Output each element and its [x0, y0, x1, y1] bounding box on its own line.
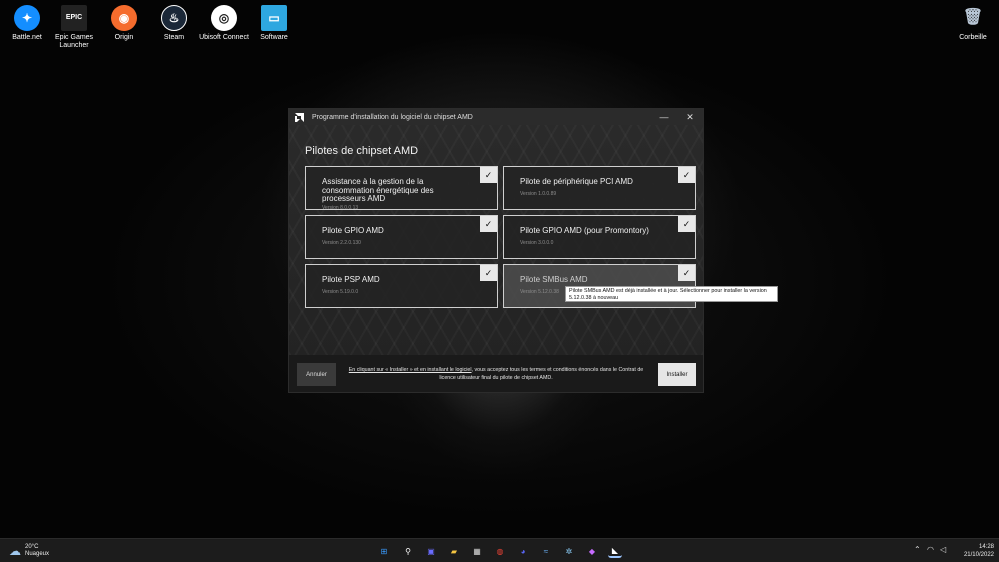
- desktop-icon-label: Epic Games Launcher: [54, 34, 94, 49]
- desktop-icon-label: Corbeille: [959, 34, 987, 41]
- desktop-icon-label: Steam: [163, 34, 185, 41]
- driver-version: Version 5.19.0.0: [322, 289, 359, 295]
- taskbar: ☁ 20°C Nuageux ⊞ ⚲ ▣ ▰ ▦ ◍ ◕ ≈ ✲ ◆ ◣ ⌃ ◠…: [0, 538, 999, 562]
- driver-version: Version 8.0.0.13: [322, 205, 359, 211]
- origin-icon: ◉: [111, 5, 137, 31]
- ubisoft-icon: ◎: [211, 5, 237, 31]
- desktop-icon-label: Software: [260, 34, 288, 41]
- checkmark-icon[interactable]: ✓: [678, 216, 695, 232]
- driver-name: Pilote GPIO AMD (pour Promontory): [520, 226, 649, 235]
- network-icon[interactable]: ≈: [539, 544, 553, 558]
- desktop-icon-software[interactable]: ▭ Software: [247, 5, 301, 42]
- driver-name: Pilote GPIO AMD: [322, 226, 384, 235]
- desktop-icon-battlenet[interactable]: ✦ Battle.net: [0, 5, 54, 42]
- amd-installer-window: Programme d'installation du logiciel du …: [288, 108, 704, 393]
- driver-name: Pilote de périphérique PCI AMD: [520, 177, 633, 186]
- driver-name: Assistance à la gestion de la consommati…: [322, 177, 434, 203]
- store-icon[interactable]: ▦: [470, 544, 484, 558]
- battlenet-icon: ✦: [14, 5, 40, 31]
- smbus-tooltip: Pilote SMBus AMD est déjà installée et à…: [565, 286, 778, 302]
- rgb-icon[interactable]: ◆: [585, 544, 599, 558]
- chevron-up-icon[interactable]: ⌃: [914, 545, 921, 554]
- driver-list-panel: Pilotes de chipset AMD Assistance à la g…: [289, 125, 703, 355]
- driver-version: Version 3.0.0.0: [520, 240, 554, 246]
- driver-name: Pilote SMBus AMD: [520, 275, 588, 284]
- driver-version: Version 1.0.0.89: [520, 191, 557, 197]
- close-button[interactable]: ✕: [677, 112, 703, 123]
- checkmark-icon[interactable]: ✓: [678, 265, 695, 281]
- wifi-icon[interactable]: ◠: [927, 545, 934, 554]
- cancel-button[interactable]: Annuler: [297, 363, 336, 386]
- checkmark-icon[interactable]: ✓: [480, 216, 497, 232]
- footer-bar: Annuler En cliquant sur « Installer » et…: [289, 355, 703, 392]
- amd-logo-icon: [295, 112, 304, 122]
- minimize-button[interactable]: —: [651, 112, 677, 122]
- desktop-icon-label: Origin: [114, 34, 134, 41]
- desktop-icon-label: Ubisoft Connect: [199, 34, 249, 41]
- clock-time: 14:28: [978, 544, 994, 550]
- steam-icon: ♨: [161, 5, 187, 31]
- desktop-icon-steam[interactable]: ♨ Steam: [147, 5, 201, 42]
- driver-version: Version 5.12.0.38: [520, 289, 559, 295]
- license-link[interactable]: En cliquant sur « Installer » et en inst…: [349, 367, 472, 373]
- clock-date: 21/10/2022: [963, 552, 994, 558]
- install-button[interactable]: Installer: [658, 363, 696, 386]
- checkmark-icon[interactable]: ✓: [480, 265, 497, 281]
- speaker-icon[interactable]: ◁: [940, 545, 946, 554]
- driver-card-gpio[interactable]: Pilote GPIO AMD Version 2.2.0.130 ✓: [305, 215, 498, 259]
- checkmark-icon[interactable]: ✓: [678, 167, 695, 183]
- page-title: Pilotes de chipset AMD: [305, 145, 419, 157]
- checkmark-icon[interactable]: ✓: [480, 167, 497, 183]
- cloud-icon: ☁: [9, 544, 21, 558]
- weather-description: Nuageux: [25, 551, 50, 557]
- amd-installer-icon[interactable]: ◣: [608, 544, 622, 558]
- driver-card-power-management[interactable]: Assistance à la gestion de la consommati…: [305, 166, 498, 211]
- chat-icon[interactable]: ▣: [424, 544, 438, 558]
- desktop-icon-origin[interactable]: ◉ Origin: [97, 5, 151, 42]
- taskbar-clock[interactable]: 14:28 21/10/2022: [950, 543, 994, 559]
- weather-widget[interactable]: ☁ 20°C Nuageux: [9, 544, 49, 558]
- license-notice: En cliquant sur « Installer » et en inst…: [346, 366, 646, 382]
- file-explorer-icon[interactable]: ▰: [447, 544, 461, 558]
- monitor-icon: ▭: [261, 5, 287, 31]
- discord-icon[interactable]: ◕: [516, 544, 530, 558]
- weather-temperature: 20°C: [25, 544, 39, 550]
- desktop-icon-label: Battle.net: [12, 34, 42, 41]
- epic-games-icon: EPIC: [61, 5, 87, 31]
- chrome-icon[interactable]: ◍: [493, 544, 507, 558]
- search-icon[interactable]: ⚲: [401, 544, 415, 558]
- driver-version: Version 2.2.0.130: [322, 240, 361, 246]
- desktop-icon-epic-games[interactable]: EPIC Epic Games Launcher: [47, 5, 101, 50]
- driver-name: Pilote PSP AMD: [322, 275, 380, 284]
- title-bar: Programme d'installation du logiciel du …: [289, 109, 703, 125]
- driver-card-gpio-promontory[interactable]: Pilote GPIO AMD (pour Promontory) Versio…: [503, 215, 696, 259]
- driver-card-pci[interactable]: Pilote de périphérique PCI AMD Version 1…: [503, 166, 696, 210]
- desktop-icon-ubisoft[interactable]: ◎ Ubisoft Connect: [197, 5, 251, 42]
- driver-card-psp[interactable]: Pilote PSP AMD Version 5.19.0.0 ✓: [305, 264, 498, 308]
- window-title: Programme d'installation du logiciel du …: [312, 113, 473, 121]
- windows-start-icon[interactable]: ⊞: [377, 544, 391, 558]
- desktop-icon-recycle-bin[interactable]: 🗑 Corbeille: [946, 5, 999, 42]
- fan-icon[interactable]: ✲: [562, 544, 576, 558]
- recycle-bin-icon: 🗑: [962, 9, 984, 26]
